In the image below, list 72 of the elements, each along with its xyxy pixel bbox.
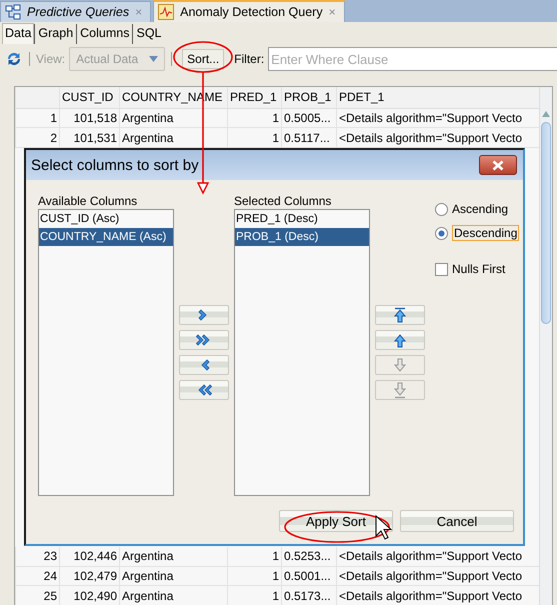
- row-number: 25: [15, 586, 59, 605]
- move-button[interactable]: [179, 380, 229, 400]
- dialog-title: Select columns to sort by: [31, 156, 199, 174]
- order-button[interactable]: [375, 330, 425, 350]
- selected-columns-label: Selected Columns: [234, 194, 332, 208]
- row-number: 1: [15, 108, 59, 128]
- table-cell: 1: [227, 128, 281, 147]
- radio-button[interactable]: [435, 226, 448, 240]
- selected-columns-list[interactable]: PRED_1 (Desc) PROB_1 (Desc): [234, 209, 370, 496]
- table-cell: 102,479: [59, 566, 119, 586]
- close-button[interactable]: [479, 155, 517, 175]
- move-to-bottom-icon: [391, 382, 409, 398]
- chart-icon: [158, 4, 174, 20]
- table-cell: 101,518: [59, 108, 119, 128]
- arrow-up-icon: [391, 332, 409, 348]
- caret-icon: [149, 56, 158, 62]
- list-item[interactable]: PROB_1 (Desc): [235, 228, 369, 246]
- checkbox-label: Nulls First: [452, 262, 506, 276]
- highlight-ellipse: [173, 41, 233, 73]
- double-chevron-left-icon: [196, 382, 212, 398]
- scrollbar[interactable]: [539, 87, 552, 605]
- sort-button[interactable]: Sort...: [182, 49, 224, 69]
- arrow-down-icon: [391, 356, 409, 374]
- filter-label: Filter:: [234, 52, 264, 66]
- scroll-up-icon: [542, 111, 550, 117]
- editor-tab[interactable]: Anomaly Detection Query ×: [153, 0, 345, 22]
- column-header[interactable]: PROB_1: [281, 87, 336, 108]
- tab-label: Predictive Queries: [27, 5, 130, 19]
- table-cell: 102,490: [59, 586, 119, 605]
- table-cell: 0.5001...: [281, 566, 336, 586]
- editor-tab[interactable]: Predictive Queries ×: [0, 1, 152, 22]
- double-chevron-right-icon: [196, 332, 212, 348]
- cancel-button[interactable]: Cancel: [400, 510, 514, 532]
- row-number: 24: [15, 566, 59, 586]
- available-columns-list[interactable]: CUST_ID (Asc) COUNTRY_NAME (Asc): [38, 209, 174, 496]
- row-number: 2: [15, 128, 59, 147]
- table-cell: 1: [227, 566, 281, 586]
- scrollbar-thumb[interactable]: [541, 122, 551, 324]
- table-cell: Argentina: [119, 566, 227, 586]
- dropdown-value: Actual Data: [76, 52, 138, 66]
- table-cell: Argentina: [119, 108, 227, 128]
- cursor-icon: [376, 514, 392, 540]
- radio-button[interactable]: [435, 202, 448, 216]
- table-cell: Argentina: [119, 128, 227, 147]
- column-header[interactable]: CUST_ID: [59, 87, 119, 108]
- refresh-icon: [5, 50, 23, 68]
- radio-label[interactable]: Descending: [452, 225, 520, 241]
- table-cell: 1: [227, 108, 281, 128]
- radio-label[interactable]: Ascending: [452, 202, 508, 216]
- table-cell: 101,531: [59, 128, 119, 147]
- tab-label: Anomaly Detection Query: [180, 5, 323, 19]
- list-item[interactable]: COUNTRY_NAME (Asc): [39, 228, 173, 246]
- move-button[interactable]: [179, 330, 229, 350]
- list-item[interactable]: PRED_1 (Desc): [235, 210, 369, 228]
- filter-field[interactable]: Enter Where Clause: [268, 47, 557, 71]
- column-header[interactable]: PRED_1: [227, 87, 281, 108]
- move-button[interactable]: [179, 305, 229, 325]
- table-cell: Argentina: [119, 586, 227, 605]
- order-button[interactable]: [375, 305, 425, 325]
- list-item[interactable]: CUST_ID (Asc): [39, 210, 173, 228]
- move-to-top-icon: [391, 306, 409, 324]
- view-label: View:: [36, 52, 66, 66]
- move-button[interactable]: [179, 355, 229, 375]
- table-cell: 0.5173...: [281, 586, 336, 605]
- view-tab[interactable]: Data: [2, 23, 34, 44]
- close-icon: [492, 160, 504, 170]
- table-cell: 0.5005...: [281, 108, 336, 128]
- table-cell: 0.5117...: [281, 128, 336, 147]
- diagram-icon: [5, 4, 21, 20]
- table-cell: 1: [227, 586, 281, 605]
- available-columns-label: Available Columns: [38, 194, 138, 208]
- checkbox[interactable]: [435, 262, 448, 276]
